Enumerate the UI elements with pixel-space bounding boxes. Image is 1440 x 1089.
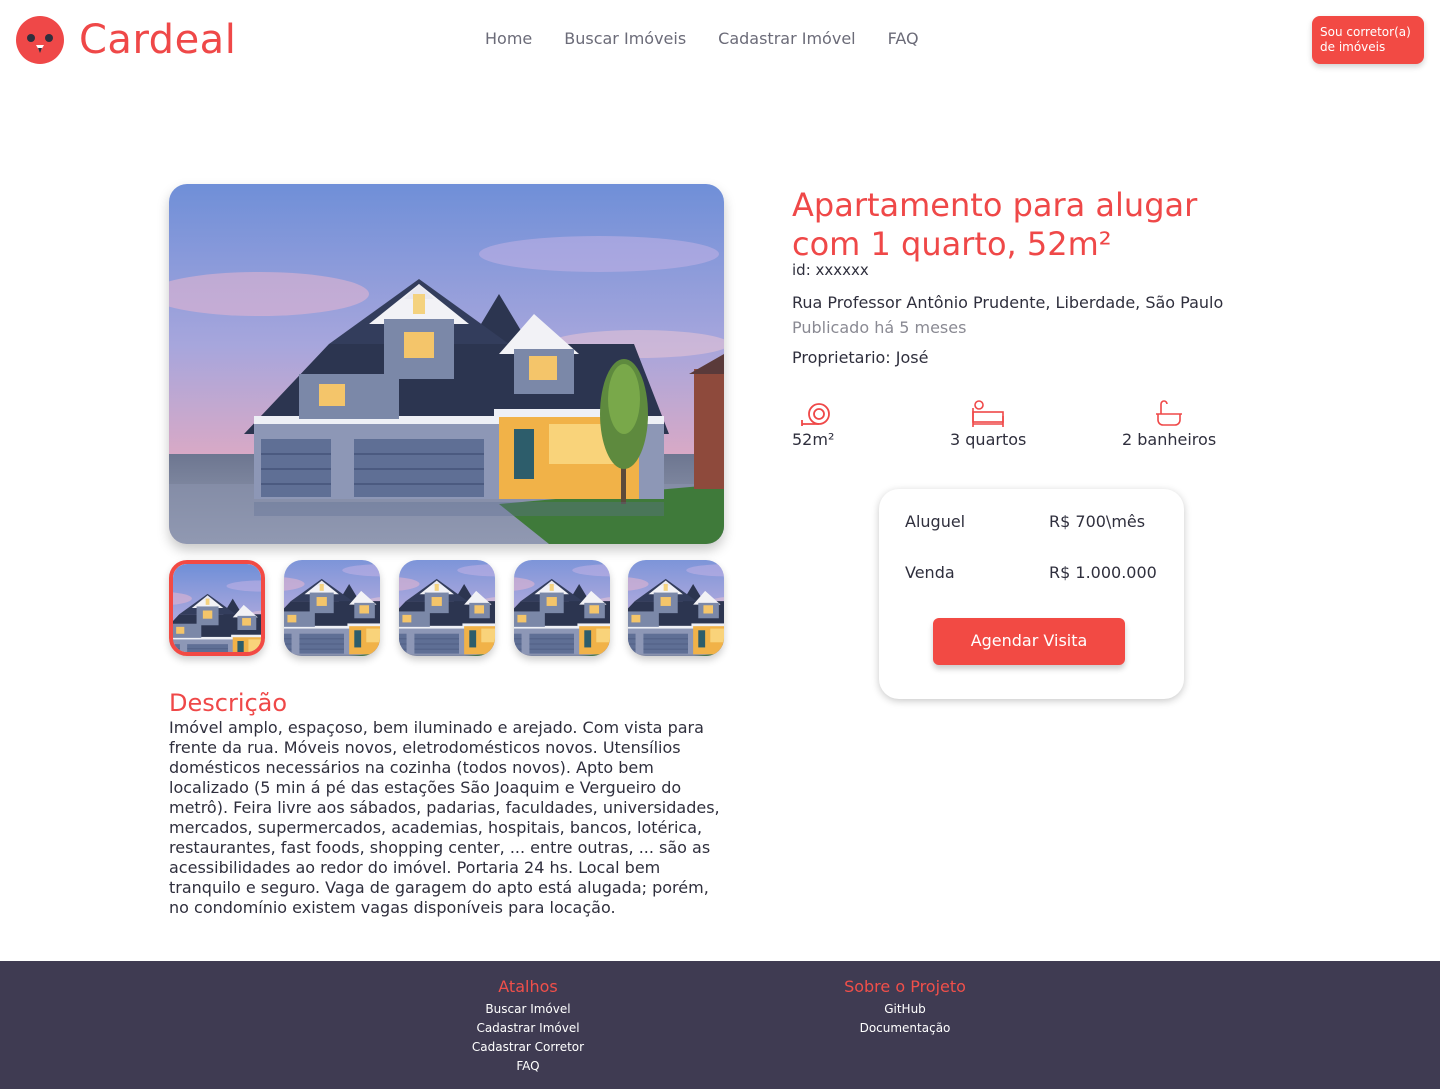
house-thumbnail-image bbox=[284, 560, 380, 656]
nav-home[interactable]: Home bbox=[485, 28, 532, 50]
rent-value: R$ 700\mês bbox=[1049, 512, 1146, 531]
footer-link-register-broker[interactable]: Cadastrar Corretor bbox=[428, 1038, 628, 1057]
page-footer: Atalhos Buscar Imóvel Cadastrar Imóvel C… bbox=[0, 961, 1440, 1089]
house-image bbox=[169, 184, 724, 544]
house-thumbnail-image bbox=[514, 560, 610, 656]
top-header: Cardeal Home Buscar Imóveis Cadastrar Im… bbox=[0, 0, 1440, 80]
listing-title: Apartamento para alugar com 1 quarto, 52… bbox=[792, 186, 1198, 263]
bed-icon bbox=[972, 400, 1004, 427]
footer-link-search-property[interactable]: Buscar Imóvel bbox=[428, 1000, 628, 1019]
house-thumbnail-image bbox=[173, 564, 261, 652]
footer-link-faq[interactable]: FAQ bbox=[428, 1057, 628, 1076]
house-thumbnail-image bbox=[628, 560, 724, 656]
thumbnail-4[interactable] bbox=[514, 560, 610, 656]
footer-shortcuts-title: Atalhos bbox=[498, 977, 558, 996]
brand-logo[interactable]: Cardeal bbox=[15, 15, 236, 65]
listing-id: id: xxxxxx bbox=[792, 261, 869, 279]
main-nav: Home Buscar Imóveis Cadastrar Imóvel FAQ bbox=[485, 28, 919, 50]
thumbnail-strip bbox=[169, 560, 724, 656]
area-tape-icon bbox=[801, 403, 830, 426]
footer-link-github[interactable]: GitHub bbox=[805, 1000, 1005, 1019]
price-card: Aluguel R$ 700\mês Venda R$ 1.000.000 Ag… bbox=[879, 489, 1184, 699]
sale-label: Venda bbox=[905, 563, 955, 582]
rent-label: Aluguel bbox=[905, 512, 966, 531]
feature-bathrooms: 2 banheiros bbox=[1122, 400, 1216, 449]
thumbnail-5[interactable] bbox=[628, 560, 724, 656]
footer-link-register-property[interactable]: Cadastrar Imóvel bbox=[428, 1019, 628, 1038]
broker-login-button[interactable]: Sou corretor(a) de imóveis bbox=[1312, 16, 1424, 64]
main-property-photo bbox=[169, 184, 724, 544]
footer-about-title: Sobre o Projeto bbox=[844, 977, 966, 996]
description-text: Imóvel amplo, espaçoso, bem iluminado e … bbox=[169, 718, 720, 917]
bathtub-icon bbox=[1156, 400, 1183, 426]
sale-value: R$ 1.000.000 bbox=[1049, 563, 1157, 582]
thumbnail-2[interactable] bbox=[284, 560, 380, 656]
cardinal-logo-icon bbox=[16, 16, 64, 64]
thumbnail-3[interactable] bbox=[399, 560, 495, 656]
feature-bedrooms: 3 quartos bbox=[950, 400, 1026, 449]
footer-shortcuts: Atalhos Buscar Imóvel Cadastrar Imóvel C… bbox=[428, 976, 628, 1076]
description-title: Descrição bbox=[169, 689, 288, 717]
feature-area: 52m² bbox=[792, 400, 834, 449]
thumbnail-1[interactable] bbox=[169, 560, 265, 656]
listing-published-date: Publicado há 5 meses bbox=[792, 318, 967, 337]
listing-address: Rua Professor Antônio Prudente, Liberdad… bbox=[792, 293, 1224, 312]
brand-name: Cardeal bbox=[79, 17, 237, 63]
listing-owner: Proprietario: José bbox=[792, 348, 929, 367]
feature-bedrooms-label: 3 quartos bbox=[950, 430, 1027, 449]
footer-about: Sobre o Projeto GitHub Documentação bbox=[805, 976, 1005, 1038]
nav-faq[interactable]: FAQ bbox=[888, 28, 919, 50]
nav-register-property[interactable]: Cadastrar Imóvel bbox=[718, 28, 855, 50]
schedule-visit-button[interactable]: Agendar Visita bbox=[933, 618, 1125, 665]
feature-area-label: 52m² bbox=[792, 430, 835, 449]
nav-search-properties[interactable]: Buscar Imóveis bbox=[564, 28, 686, 50]
house-thumbnail-image bbox=[399, 560, 495, 656]
feature-bathrooms-label: 2 banheiros bbox=[1122, 430, 1217, 449]
footer-link-docs[interactable]: Documentação bbox=[805, 1019, 1005, 1038]
